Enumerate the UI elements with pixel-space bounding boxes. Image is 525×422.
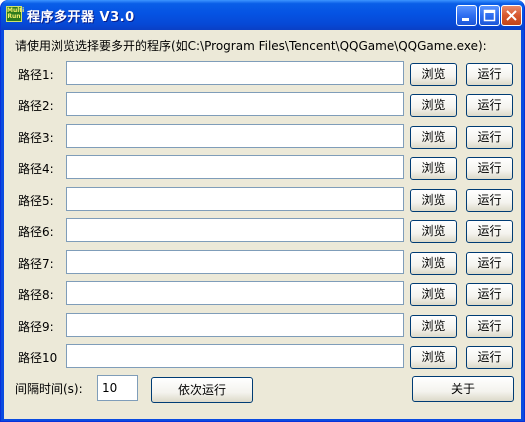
run-button-9[interactable]: 运行 [466, 315, 513, 338]
path-label: 路径4: [18, 162, 54, 176]
path-label: 路径7: [18, 257, 54, 271]
browse-button-3[interactable]: 浏览 [410, 126, 457, 149]
path-label: 路径3: [18, 131, 54, 145]
path-label: 路径9: [18, 320, 54, 334]
minimize-icon [462, 18, 469, 21]
path-row-1: 路径1: 浏览 运行 [1, 61, 524, 88]
path-row-5: 路径5: 浏览 运行 [1, 187, 524, 214]
run-button-10[interactable]: 运行 [466, 346, 513, 369]
run-button-2[interactable]: 运行 [466, 94, 513, 117]
title-bar[interactable]: Multi Run 程序多开器 V3.0 [1, 0, 524, 30]
path-input-5[interactable] [66, 187, 404, 211]
run-button-7[interactable]: 运行 [466, 252, 513, 275]
interval-input[interactable] [97, 375, 138, 401]
about-button[interactable]: 关于 [412, 376, 514, 402]
run-button-6[interactable]: 运行 [466, 220, 513, 243]
browse-button-8[interactable]: 浏览 [410, 283, 457, 306]
path-row-4: 路径4: 浏览 运行 [1, 155, 524, 182]
browse-button-4[interactable]: 浏览 [410, 157, 457, 180]
path-row-8: 路径8: 浏览 运行 [1, 281, 524, 308]
path-row-6: 路径6: 浏览 运行 [1, 218, 524, 245]
maximize-icon [483, 9, 496, 22]
run-button-1[interactable]: 运行 [466, 63, 513, 86]
path-input-4[interactable] [66, 155, 404, 179]
run-button-5[interactable]: 运行 [466, 189, 513, 212]
browse-button-10[interactable]: 浏览 [410, 346, 457, 369]
path-label: 路径1: [18, 68, 54, 82]
path-input-6[interactable] [66, 218, 404, 242]
path-input-8[interactable] [66, 281, 404, 305]
path-row-10: 路径10 浏览 运行 [1, 344, 524, 371]
path-label: 路径5: [18, 194, 54, 208]
run-button-3[interactable]: 运行 [466, 126, 513, 149]
path-label: 路径2: [18, 99, 54, 113]
run-button-4[interactable]: 运行 [466, 157, 513, 180]
path-label: 路径10 [18, 351, 58, 365]
instruction-text: 请使用浏览选择要多开的程序(如C:\Program Files\Tencent\… [15, 39, 487, 53]
browse-button-2[interactable]: 浏览 [410, 94, 457, 117]
path-input-1[interactable] [66, 61, 404, 85]
browse-button-5[interactable]: 浏览 [410, 189, 457, 212]
app-icon: Multi Run [6, 6, 25, 22]
interval-label: 间隔时间(s): [15, 382, 83, 396]
path-input-2[interactable] [66, 92, 404, 116]
path-row-9: 路径9: 浏览 运行 [1, 313, 524, 340]
window-title: 程序多开器 V3.0 [27, 10, 135, 25]
browse-button-1[interactable]: 浏览 [410, 63, 457, 86]
close-button[interactable] [501, 5, 522, 26]
path-input-3[interactable] [66, 124, 404, 148]
maximize-button[interactable] [479, 5, 500, 26]
path-input-9[interactable] [66, 313, 404, 337]
path-input-7[interactable] [66, 250, 404, 274]
main-window: Multi Run 程序多开器 V3.0 请使用浏览选择要多开的程序(如C:\P… [0, 0, 525, 422]
path-row-3: 路径3: 浏览 运行 [1, 124, 524, 151]
path-row-2: 路径2: 浏览 运行 [1, 92, 524, 119]
browse-button-6[interactable]: 浏览 [410, 220, 457, 243]
run-sequentially-button[interactable]: 依次运行 [151, 377, 253, 403]
browse-button-7[interactable]: 浏览 [410, 252, 457, 275]
path-label: 路径8: [18, 288, 54, 302]
close-icon [506, 10, 517, 21]
path-row-7: 路径7: 浏览 运行 [1, 250, 524, 277]
browse-button-9[interactable]: 浏览 [410, 315, 457, 338]
minimize-button[interactable] [456, 5, 477, 26]
run-button-8[interactable]: 运行 [466, 283, 513, 306]
path-label: 路径6: [18, 225, 54, 239]
path-input-10[interactable] [66, 344, 404, 368]
